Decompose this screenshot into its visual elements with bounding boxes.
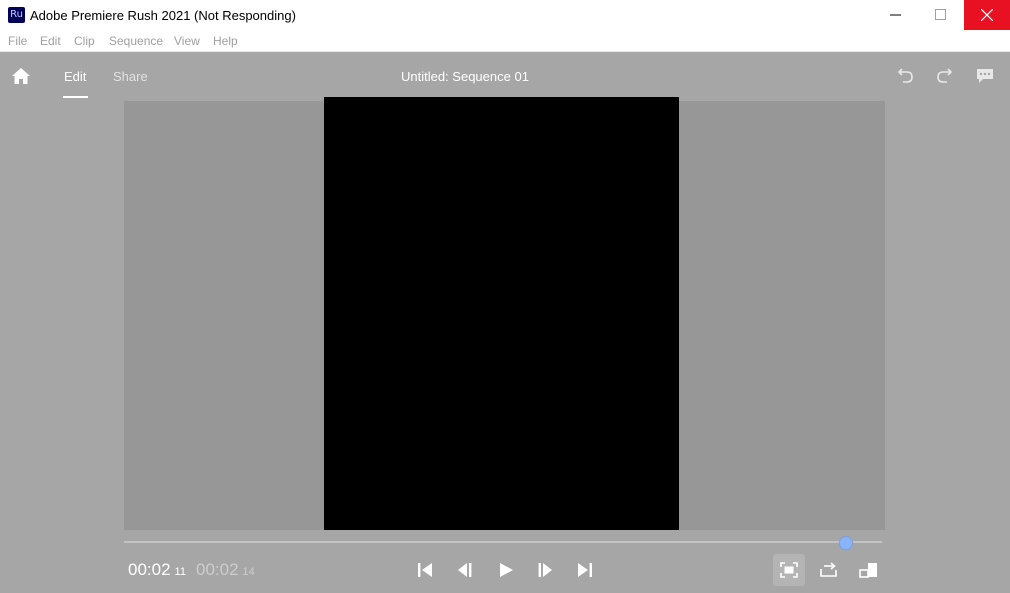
tab-share[interactable]: Share: [113, 69, 148, 84]
close-icon: [981, 9, 993, 21]
maximize-button[interactable]: [918, 0, 963, 30]
window-title: Adobe Premiere Rush 2021 (Not Responding…: [30, 8, 296, 23]
menu-file[interactable]: File: [8, 34, 27, 48]
menu-sequence[interactable]: Sequence: [109, 34, 163, 48]
menu-bar: File Edit Clip Sequence View Help: [0, 31, 1010, 52]
current-time: 00:02: [128, 560, 171, 579]
document-title: Untitled: Sequence 01: [401, 69, 529, 84]
home-icon[interactable]: [11, 67, 31, 85]
step-forward-icon[interactable]: [536, 561, 554, 579]
menu-help[interactable]: Help: [213, 34, 238, 48]
minimize-button[interactable]: [873, 0, 918, 30]
minimize-icon: [890, 14, 901, 16]
undo-icon[interactable]: [895, 66, 915, 86]
comment-icon[interactable]: [975, 66, 995, 86]
title-bar: Ru Adobe Premiere Rush 2021 (Not Respond…: [0, 0, 1010, 31]
menu-view[interactable]: View: [174, 34, 200, 48]
fit-to-screen-button[interactable]: [773, 554, 805, 586]
timeline-scrubber[interactable]: [124, 541, 882, 543]
duration-timecode: 00:02 14: [196, 560, 255, 580]
app-workspace: Edit Share Untitled: Sequence 01 00:02 11…: [0, 52, 1010, 593]
close-button[interactable]: [964, 0, 1010, 30]
menu-edit[interactable]: Edit: [40, 34, 61, 48]
skip-start-icon[interactable]: [416, 561, 434, 579]
step-back-icon[interactable]: [456, 561, 474, 579]
play-icon[interactable]: [497, 561, 515, 579]
resize-icon[interactable]: [859, 561, 879, 579]
current-timecode: 00:02 11: [128, 560, 186, 580]
duration-frames: 14: [242, 566, 255, 578]
tab-edit[interactable]: Edit: [64, 69, 86, 84]
video-preview: [324, 97, 679, 530]
maximize-icon: [935, 9, 946, 20]
app-logo-icon: Ru: [8, 7, 25, 23]
current-frames: 11: [174, 566, 186, 578]
active-tab-indicator: [63, 96, 88, 98]
loop-icon[interactable]: [819, 561, 839, 579]
skip-end-icon[interactable]: [576, 561, 594, 579]
menu-clip[interactable]: Clip: [74, 34, 95, 48]
duration-time: 00:02: [196, 560, 239, 579]
redo-icon[interactable]: [935, 66, 955, 86]
fit-to-screen-icon: [780, 562, 798, 578]
playhead-handle[interactable]: [839, 536, 853, 550]
